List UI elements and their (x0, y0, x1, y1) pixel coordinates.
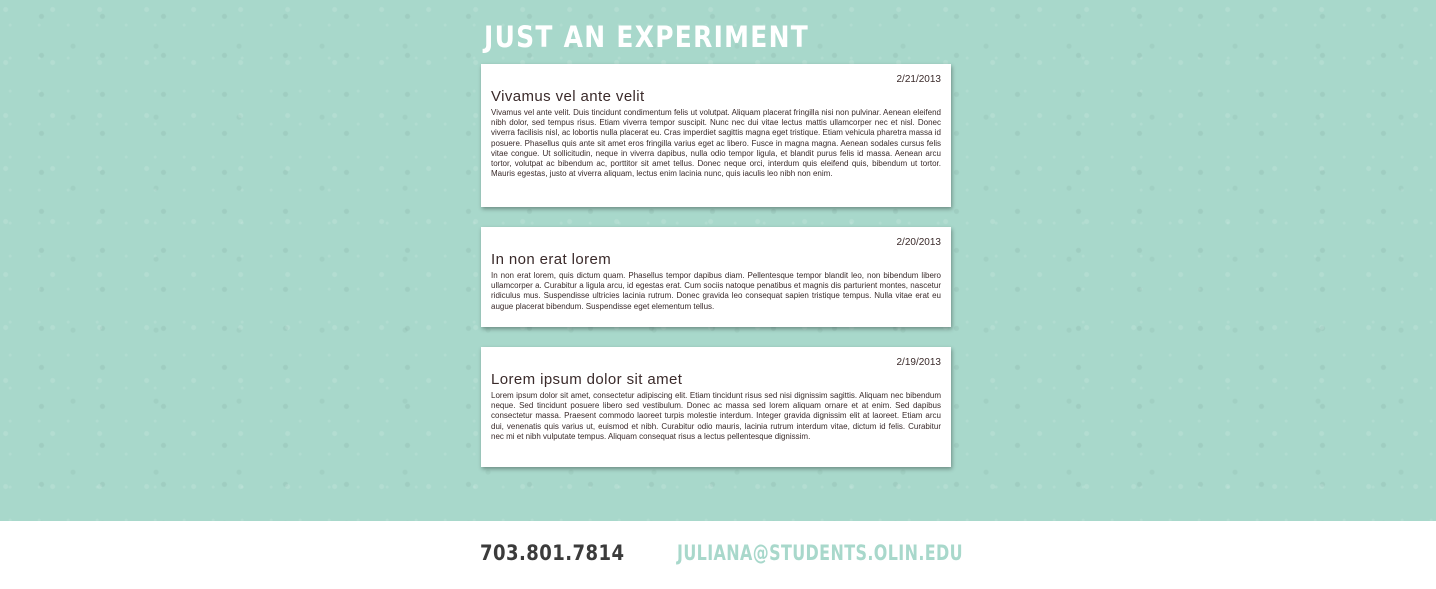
post-title[interactable]: In non erat lorem (491, 251, 941, 268)
post-body: Lorem ipsum dolor sit amet, consectetur … (491, 391, 941, 441)
post-card: 2/19/2013 Lorem ipsum dolor sit amet Lor… (481, 347, 951, 467)
email-link[interactable]: JULIANA@STUDENTS.OLIN.EDU (677, 541, 963, 565)
post-body: In non erat lorem, quis dictum quam. Pha… (491, 271, 941, 311)
post-title[interactable]: Vivamus vel ante velit (491, 88, 941, 105)
phone-number: 703.801.7814 (480, 541, 625, 565)
post-date: 2/21/2013 (896, 74, 942, 85)
post-date: 2/19/2013 (896, 357, 942, 368)
footer: 703.801.7814 JULIANA@STUDENTS.OLIN.EDU (0, 521, 1436, 589)
post-card: 2/20/2013 In non erat lorem In non erat … (481, 227, 951, 327)
site-title: JUST AN EXPERIMENT (484, 20, 810, 54)
hero-background: JUST AN EXPERIMENT 2/21/2013 Vivamus vel… (0, 0, 1436, 521)
post-title[interactable]: Lorem ipsum dolor sit amet (491, 371, 941, 388)
post-body: Vivamus vel ante velit. Duis tincidunt c… (491, 108, 941, 179)
post-date: 2/20/2013 (896, 237, 942, 248)
post-card: 2/21/2013 Vivamus vel ante velit Vivamus… (481, 64, 951, 207)
